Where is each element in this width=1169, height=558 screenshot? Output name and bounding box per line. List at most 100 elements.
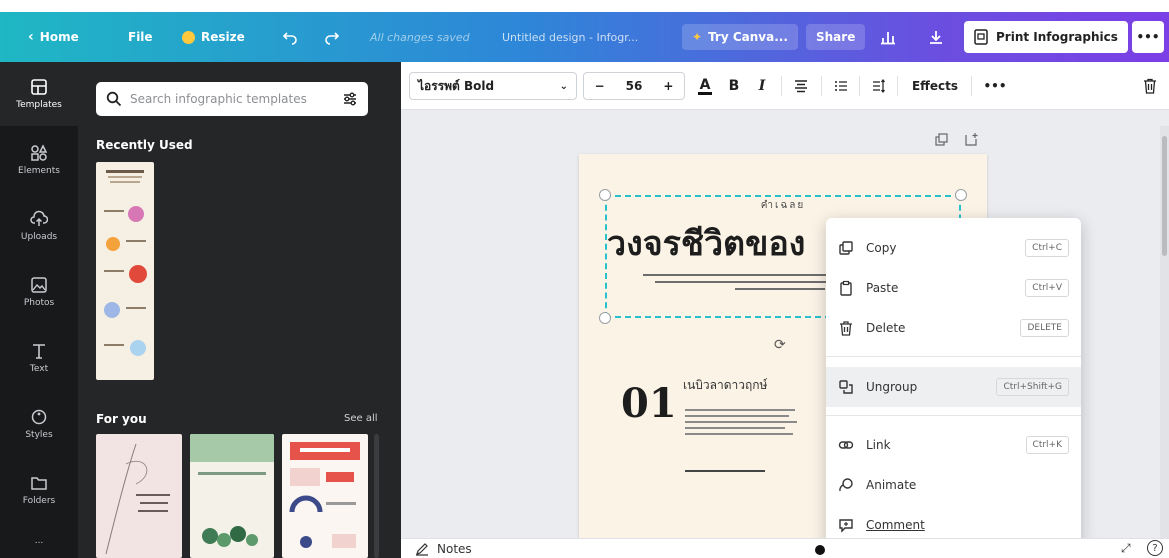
share-button[interactable]: Share [806,12,866,62]
rail-item-styles[interactable]: Styles [0,392,78,456]
template-thumbnail[interactable] [282,434,368,558]
toolbar-divider [821,76,822,96]
redo-icon [325,32,340,45]
zoom-slider-handle[interactable] [815,545,825,555]
undo-button[interactable] [282,12,298,62]
rail-item-folders[interactable]: Folders [0,458,78,522]
context-menu-ungroup[interactable]: Ungroup Ctrl+Shift+G [826,367,1081,407]
font-size-input[interactable]: 56 [626,79,643,93]
duplicate-page-button[interactable] [935,132,949,151]
see-all-link[interactable]: See all [344,413,378,424]
file-menu[interactable]: File [128,12,153,62]
recent-template-thumbnail[interactable] [96,162,154,380]
add-page-button[interactable] [965,131,979,150]
context-menu-paste[interactable]: Paste Ctrl+V [826,268,1081,308]
duplicate-icon [935,133,948,146]
panel-scrollbar[interactable] [374,434,379,558]
template-thumbnail[interactable] [96,434,182,558]
list-icon [835,81,847,91]
folder-icon [31,477,47,490]
toolbar-more-button[interactable]: ••• [981,72,1009,100]
align-center-icon [795,80,807,93]
search-input[interactable] [130,92,334,106]
bottom-bar: Notes ⤢ ? [401,538,1169,558]
rail-item-text[interactable]: Text [0,326,78,390]
recently-used-title: Recently Used [96,138,193,152]
document-title[interactable]: Untitled design - Infogr... [502,12,638,62]
context-menu-link[interactable]: Link Ctrl+K [826,425,1081,465]
redo-button[interactable] [324,12,340,62]
insights-button[interactable] [880,12,896,62]
bold-button[interactable]: B [723,72,745,100]
image-icon [31,277,47,293]
fullscreen-button[interactable]: ⤢ [1121,541,1131,556]
print-infographics-button[interactable]: Print Infographics [964,12,1128,62]
comment-icon [839,519,853,533]
list-button[interactable] [829,72,853,100]
filter-icon[interactable] [342,91,358,107]
for-you-title: For you [96,412,147,426]
step-title[interactable]: เนบิวลาดาวฤกษ์ [683,376,767,395]
rail-item-elements[interactable]: Elements [0,128,78,192]
top-bar: ‹ Home File Resize All changes saved Unt… [0,12,1169,62]
italic-button[interactable]: I [751,72,773,100]
text-toolbar: ไอรรพต์ Bold ⌄ − 56 + A B I Effects ••• [401,62,1169,110]
step-body-text[interactable] [685,406,805,435]
link-icon [838,441,854,449]
context-menu-delete[interactable]: Delete DELETE [826,308,1081,348]
bar-chart-icon [881,32,895,45]
template-preview-image [190,434,274,547]
rotate-icon[interactable]: ⟳ [774,337,786,353]
template-thumbnail[interactable] [190,434,274,558]
context-menu-copy[interactable]: Copy Ctrl+C [826,228,1081,268]
more-options-button[interactable]: ••• [1132,12,1164,62]
delete-button[interactable] [1139,72,1161,100]
notes-button[interactable]: Notes [415,542,472,556]
crown-icon [182,30,195,44]
context-menu-animate[interactable]: Animate [826,465,1081,505]
left-rail: Templates Elements Uploads Photos Text S… [0,62,78,558]
text-color-button[interactable]: A [693,72,717,100]
font-family-dropdown[interactable]: ไอรรพต์ Bold ⌄ [409,72,577,100]
download-button[interactable] [928,12,944,62]
resize-handle[interactable] [955,189,967,201]
toolbar-divider [971,76,972,96]
align-center-button[interactable] [789,72,813,100]
resize-handle[interactable] [599,189,611,201]
notes-icon [416,543,428,556]
elements-icon [31,144,48,161]
toolbar-divider [897,76,898,96]
resize-button[interactable]: Resize [182,12,245,62]
template-preview-image [105,443,170,555]
rail-item-more[interactable]: ... [0,524,78,558]
text-icon [33,344,45,359]
canvas-scrollbar[interactable] [1160,126,1169,546]
toolbar-divider [859,76,860,96]
line-spacing-icon [873,79,885,93]
templates-panel: Recently Used For you See all [78,62,401,558]
divider-line [685,470,765,472]
expand-icon: ⤢ [1121,541,1131,555]
rail-item-templates[interactable]: Templates [0,62,78,126]
resize-handle[interactable] [599,312,611,324]
help-button[interactable]: ? [1147,540,1163,556]
cloud-upload-icon [30,210,48,226]
effects-button[interactable]: Effects [907,72,963,100]
increase-size-button[interactable]: + [663,79,673,93]
try-canva-pro-button[interactable]: ✦ Try Canva... [682,12,798,62]
clipboard-icon [840,280,852,296]
canva-editor-window: ‹ Home File Resize All changes saved Unt… [0,0,1169,558]
rail-item-uploads[interactable]: Uploads [0,194,78,258]
rail-item-photos[interactable]: Photos [0,260,78,324]
home-button[interactable]: ‹ Home [28,12,79,62]
step-number[interactable]: 01 [621,380,677,427]
menu-separator [826,415,1081,416]
download-icon [930,31,942,44]
decrease-size-button[interactable]: − [595,79,605,93]
chevron-down-icon: ⌄ [559,80,568,92]
copy-icon [839,241,853,255]
ungroup-icon [839,380,853,394]
spacing-button[interactable] [867,72,891,100]
search-icon [106,91,122,107]
help-icon: ? [1152,542,1158,554]
